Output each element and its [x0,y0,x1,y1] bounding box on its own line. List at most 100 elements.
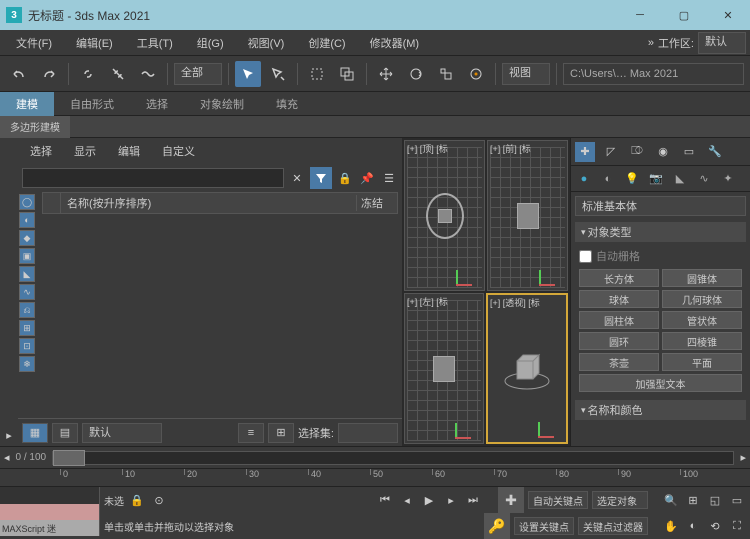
ribbon-sub-polymodel[interactable]: 多边形建模 [0,116,70,138]
btn-cone[interactable]: 圆锥体 [662,269,742,287]
scene-tab-custom[interactable]: 自定义 [152,140,205,162]
rollout-objtype-title[interactable]: 对象类型 [575,222,746,242]
expand-timeline-icon[interactable]: ◂ [4,451,10,464]
autokey-button[interactable]: 自动关键点 [528,491,588,509]
viewport-left[interactable]: [+] [左] [标 [404,293,484,444]
filter-spacewarp-icon[interactable]: ∿ [19,284,35,300]
move-button[interactable] [373,61,399,87]
menu-edit[interactable]: 编辑(E) [64,31,125,55]
time-ruler[interactable]: 0102030405060708090100 [0,468,750,486]
layer-toggle-1[interactable]: ▦ [22,423,48,443]
play-button[interactable]: ▶ [420,491,438,509]
viewport-top[interactable]: [+] [顶] [标 [404,140,485,291]
col-freeze[interactable]: 冻结 [357,195,397,211]
filter-geom-icon[interactable]: ◯ [19,194,35,210]
isolate-icon[interactable]: ⊙ [150,491,168,509]
cmd-tab-create[interactable]: ✚ [575,142,595,162]
set-key-bigbutton[interactable]: 🔑 [484,513,510,539]
filter-helper-icon[interactable]: ◣ [19,266,35,282]
category-dropdown[interactable]: 标准基本体 [575,196,746,216]
sub-shapes-icon[interactable]: ◐ [599,170,617,188]
sub-geometry-icon[interactable]: ● [575,170,593,188]
maxscript-listener[interactable]: MAXScript 迷 [0,520,99,536]
clear-search-button[interactable]: ✕ [288,169,306,187]
btn-plane[interactable]: 平面 [662,353,742,371]
key-target-dropdown[interactable]: 选定对象 [592,491,648,509]
selection-filter-dropdown[interactable]: 全部 [174,63,222,85]
ribbon-tab-selection[interactable]: 选择 [130,92,184,116]
layer-dropdown[interactable]: 默认 [82,423,162,443]
menu-file[interactable]: 文件(F) [4,31,64,55]
cmd-tab-motion[interactable]: ◉ [653,142,673,162]
menu-group[interactable]: 组(G) [185,31,236,55]
btn-torus[interactable]: 圆环 [579,332,659,350]
filter-button[interactable] [310,167,332,189]
sub-systems-icon[interactable]: ✦ [719,170,737,188]
lock-icon[interactable]: 🔒 [336,169,354,187]
lock-selection-icon[interactable]: 🔒 [128,491,146,509]
nav-zoomext-icon[interactable]: ◱ [706,491,724,509]
more-icon[interactable]: ☰ [380,169,398,187]
menu-tools[interactable]: 工具(T) [125,31,185,55]
unlink-button[interactable] [105,61,131,87]
filter-camera-icon[interactable]: ▣ [19,248,35,264]
btn-textplus[interactable]: 加强型文本 [579,374,742,392]
scale-button[interactable] [433,61,459,87]
rollout-namecolor-title[interactable]: 名称和颜色 [575,400,746,420]
viewport-front[interactable]: [+] [前] [标 [487,140,568,291]
autogrid-checkbox[interactable]: 自动栅格 [579,246,742,266]
btn-sphere[interactable]: 球体 [579,290,659,308]
ribbon-tab-freeform[interactable]: 自由形式 [54,92,130,116]
selset-dropdown[interactable] [338,423,398,443]
add-key-button[interactable]: ✚ [498,487,524,513]
selset-icon[interactable]: ⊞ [268,423,294,443]
cmd-tab-modify[interactable]: ◸ [601,142,621,162]
pin-icon[interactable]: 📌 [358,169,376,187]
redo-button[interactable] [36,61,62,87]
close-button[interactable]: ✕ [706,0,750,30]
filter-frozen-icon[interactable]: ❄ [19,356,35,372]
btn-pyramid[interactable]: 四棱锥 [662,332,742,350]
trackview-mini[interactable]: MAXScript 迷 [0,487,100,536]
select-by-name-button[interactable] [265,61,291,87]
filter-bone-icon[interactable]: ⎌ [19,302,35,318]
expand-icon[interactable]: ▸ [6,429,12,442]
sub-helpers-icon[interactable]: ◣ [671,170,689,188]
filter-group-icon[interactable]: ⊞ [19,320,35,336]
sub-cameras-icon[interactable]: 📷 [647,170,665,188]
menu-modifiers[interactable]: 修改器(M) [358,31,432,55]
menu-views[interactable]: 视图(V) [236,31,297,55]
next-frame-button[interactable]: ▸ [442,491,460,509]
btn-tube[interactable]: 管状体 [662,311,742,329]
scene-list-body[interactable] [42,214,398,418]
window-crossing-button[interactable] [334,61,360,87]
ribbon-tab-modeling[interactable]: 建模 [0,92,54,116]
viewport-perspective[interactable]: [+] [透视] [标 [486,293,568,444]
nav-fov-icon[interactable]: ▭ [728,491,746,509]
placement-button[interactable] [463,61,489,87]
goto-start-button[interactable]: ⏮ [376,491,394,509]
layers-icon[interactable]: ≡ [238,423,264,443]
rect-region-button[interactable] [304,61,330,87]
ribbon-tab-objpaint[interactable]: 对象绘制 [184,92,260,116]
btn-box[interactable]: 长方体 [579,269,659,287]
timeline-end-icon[interactable]: ▸ [740,451,746,464]
maximize-button[interactable]: ▢ [662,0,706,30]
btn-teapot[interactable]: 茶壶 [579,353,659,371]
sub-lights-icon[interactable]: 💡 [623,170,641,188]
menu-create[interactable]: 创建(C) [296,31,357,55]
cmd-tab-display[interactable]: ▭ [679,142,699,162]
scene-tab-select[interactable]: 选择 [20,140,62,162]
filter-xref-icon[interactable]: ⊡ [19,338,35,354]
scene-tab-display[interactable]: 显示 [64,140,106,162]
undo-button[interactable] [6,61,32,87]
filter-light-icon[interactable]: ◆ [19,230,35,246]
cmd-tab-utilities[interactable]: 🔧 [705,142,725,162]
ref-coord-dropdown[interactable]: 视图 [502,63,550,85]
workspace-dropdown[interactable]: 默认 [698,32,746,54]
filter-shape-icon[interactable]: ◐ [19,212,35,228]
btn-cylinder[interactable]: 圆柱体 [579,311,659,329]
time-slider-handle[interactable] [53,450,85,466]
time-track[interactable] [52,451,734,465]
sub-spacewarps-icon[interactable]: ∿ [695,170,713,188]
